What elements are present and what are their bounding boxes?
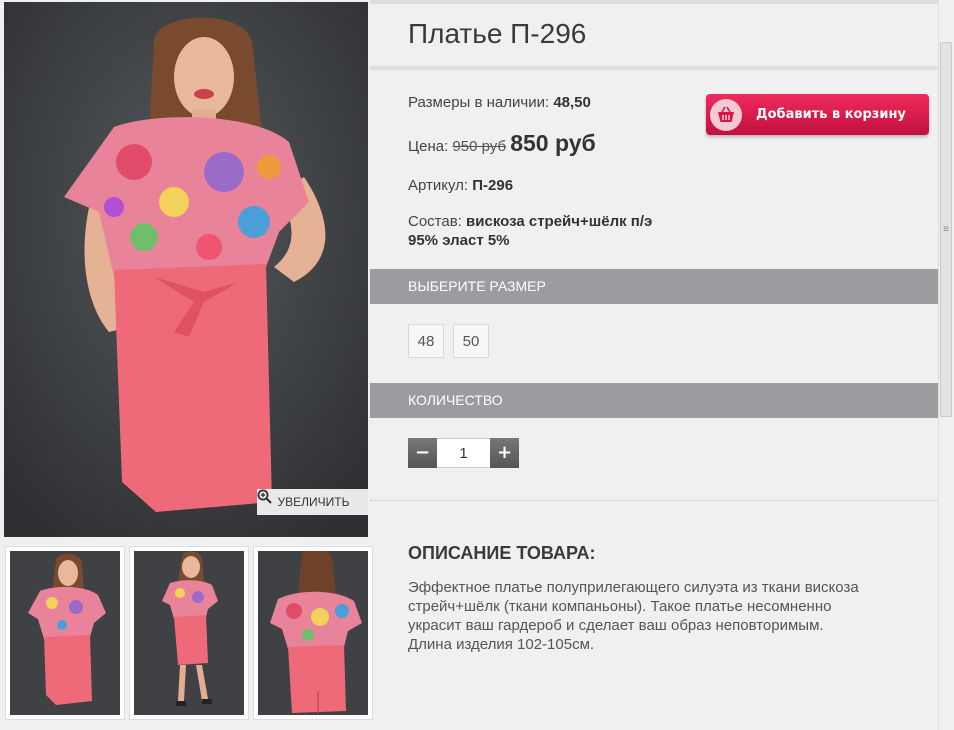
zoom-button[interactable]: УВЕЛИЧИТЬ xyxy=(257,489,368,515)
size-section-header: ВЫБЕРИТЕ РАЗМЕР xyxy=(370,269,938,304)
grip-icon: ≡ xyxy=(943,224,949,235)
quantity-increase-button[interactable]: + xyxy=(490,438,519,468)
description-line-4: Длина изделия 102-105см. xyxy=(408,636,595,653)
thumbnail-1-image xyxy=(28,553,106,705)
thumbnail-2-image xyxy=(162,551,218,706)
description-text: Эффектное платье полуприлегающего силуэт… xyxy=(408,578,908,654)
quantity-decrease-button[interactable]: − xyxy=(408,438,437,468)
article-row: Артикул: П-296 xyxy=(408,177,513,194)
article-label: Артикул: xyxy=(408,177,469,194)
composition-label: Состав: xyxy=(408,213,462,230)
thumbnail-3-image xyxy=(270,551,362,713)
sizes-available: Размеры в наличии: 48,50 xyxy=(408,94,591,111)
description-divider xyxy=(370,500,938,501)
zoom-label: УВЕЛИЧИТЬ xyxy=(277,495,350,509)
size-option-48[interactable]: 48 xyxy=(408,324,444,358)
sizes-value: 48,50 xyxy=(553,94,591,111)
model-photo-illustration xyxy=(4,2,368,537)
thumbnail-1[interactable] xyxy=(5,546,125,720)
thumbnail-2[interactable] xyxy=(129,546,249,720)
description-line-1: Эффектное платье полуприлегающего силуэт… xyxy=(408,579,859,596)
product-title: Платье П-296 xyxy=(408,18,587,49)
thumbnail-3[interactable] xyxy=(253,546,373,720)
main-product-photo[interactable]: УВЕЛИЧИТЬ xyxy=(4,2,368,537)
title-divider xyxy=(370,66,938,70)
old-price: 950 руб xyxy=(452,138,507,155)
size-option-50[interactable]: 50 xyxy=(453,324,489,358)
composition-line-2: 95% эласт 5% xyxy=(408,232,510,249)
quantity-input[interactable] xyxy=(437,438,490,468)
description-line-3: украсит ваш гардероб и сделает ваш образ… xyxy=(408,617,824,634)
composition-row: Состав: вискоза стрейч+шёлк п/э 95% элас… xyxy=(408,212,652,250)
magnifier-plus-icon xyxy=(257,489,272,504)
description-line-2: стрейч+шёлк (ткани компаньоны). Такое пл… xyxy=(408,598,832,615)
add-to-cart-button[interactable]: Добавить в корзину xyxy=(706,94,929,135)
price-label: Цена: xyxy=(408,138,449,155)
article-value: П-296 xyxy=(472,177,514,194)
top-divider xyxy=(370,0,938,4)
product-info-panel: Платье П-296 Размеры в наличии: 48,50 Це… xyxy=(370,0,938,730)
composition-line-1: вискоза стрейч+шёлк п/э xyxy=(466,213,653,230)
new-price: 850 руб xyxy=(510,130,596,156)
quantity-section-header: КОЛИЧЕСТВО xyxy=(370,383,938,418)
basket-icon xyxy=(710,98,742,131)
description-title: ОПИСАНИЕ ТОВАРА: xyxy=(408,543,596,563)
quantity-stepper: − + xyxy=(408,438,519,468)
add-to-cart-label: Добавить в корзину xyxy=(756,107,906,122)
price-row: Цена: 950 руб 850 руб xyxy=(408,130,596,157)
sizes-label: Размеры в наличии: xyxy=(408,94,550,111)
page-scrollbar-thumb[interactable]: ≡ xyxy=(940,42,952,417)
